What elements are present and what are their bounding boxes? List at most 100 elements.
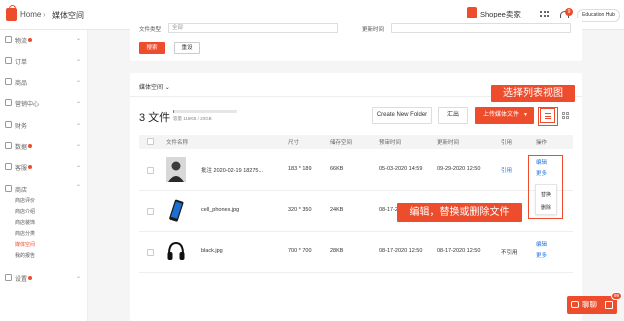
chat-button[interactable]: 聊聊 — [567, 296, 617, 314]
row-checkbox[interactable] — [147, 249, 154, 256]
edit-callout: 编辑，替换或删除文件 — [397, 203, 522, 222]
sidebar-item-label: 客服 — [15, 166, 28, 172]
sidebar-item-label: 营销中心 — [15, 102, 40, 108]
grid-icon — [562, 112, 569, 119]
media-card: 媒体空间 ⌄ 3 文件 容量 118KB / 20GB Create New F… — [130, 73, 582, 321]
sidebar-item-data[interactable]: 数据 ⌄ — [0, 140, 88, 152]
updated-time-range-input[interactable] — [391, 23, 571, 33]
grid-view-button[interactable] — [558, 108, 573, 123]
shopee-logo-icon[interactable] — [6, 5, 17, 21]
chart-icon — [5, 142, 12, 149]
new-dot — [28, 38, 33, 42]
sidebar-item-customer-service[interactable]: 客服 ⌄ — [0, 161, 88, 173]
row-checkbox[interactable] — [147, 167, 154, 174]
sidebar-subitem-shop-decoration[interactable]: 商店装饰 — [15, 219, 35, 226]
sidebar-subitem-media-space[interactable]: 媒体空间 — [15, 241, 35, 248]
chevron-down-icon: ⌄ — [76, 78, 82, 84]
sidebar-item-marketing[interactable]: 营销中心 ⌄ — [0, 97, 88, 109]
file-type-select[interactable]: 全部 — [168, 23, 338, 33]
chevron-down-icon: ⌄ — [76, 142, 82, 148]
chat-unread-badge: 99 — [611, 292, 622, 300]
file-name[interactable]: 批注 2020-02-19 18275... — [201, 166, 263, 174]
column-header: 操作 — [536, 140, 548, 146]
sidebar-item-settings[interactable]: 设置 ⌄ — [0, 272, 88, 284]
wallet-icon — [5, 121, 12, 128]
file-created-time: 08-17-2020 12:50 — [379, 248, 423, 254]
column-header: 文件名称 — [166, 140, 189, 146]
actions-highlight — [528, 155, 563, 219]
image-thumbnail[interactable] — [166, 157, 186, 182]
export-button[interactable]: 汇出 — [438, 107, 468, 124]
storage-progress-fill — [173, 110, 175, 113]
sidebar-item-label: 订单 — [15, 60, 28, 66]
chat-label: 聊聊 — [582, 300, 597, 309]
file-name[interactable]: black.jpg — [201, 248, 223, 254]
select-all-checkbox[interactable] — [147, 138, 154, 145]
reference-status: 不引用 — [501, 250, 518, 256]
list-view-callout: 选择列表视图 — [491, 85, 575, 102]
column-header: 预审时间 — [379, 140, 402, 146]
sidebar-item-shop[interactable]: 商店 ⌃ — [0, 183, 88, 195]
order-icon — [5, 57, 12, 64]
sidebar-subitem-my-reports[interactable]: 我的报告 — [15, 252, 35, 259]
file-size: 700 * 700 — [288, 248, 312, 254]
sidebar-item-label: 商品 — [15, 81, 28, 87]
sidebar-item-label: 数据 — [15, 145, 28, 151]
file-count: 3 文件 — [139, 112, 171, 124]
sidebar-item-finance[interactable]: 财务 ⌄ — [0, 119, 88, 131]
sidebar-item-orders[interactable]: 订单 ⌄ — [0, 55, 88, 67]
upload-media-label: 上传媒体文件 — [483, 112, 520, 118]
image-thumbnail[interactable] — [166, 198, 186, 223]
chevron-down-icon: ⌄ — [76, 163, 82, 169]
sidebar-item-products[interactable]: 商品 ⌄ — [0, 76, 88, 88]
sidebar-subitem-shop-categories[interactable]: 商店分类 — [15, 230, 35, 237]
file-created-time: 05-03-2020 14:59 — [379, 166, 423, 172]
filter-card: 文件类型 全部 更新时间 搜索 重设 — [130, 18, 582, 61]
chevron-down-icon: ⌄ — [76, 36, 82, 42]
list-view-highlight — [538, 107, 558, 126]
edit-link[interactable]: 编辑 — [536, 240, 547, 248]
file-name[interactable]: cell_phones.jpg — [201, 207, 239, 213]
sidebar-item-label: 商店 — [15, 188, 28, 194]
storage-progress-bar — [173, 110, 237, 113]
file-size: 183 * 189 — [288, 166, 312, 172]
gear-icon — [5, 274, 12, 281]
chevron-up-icon: ⌃ — [76, 185, 82, 191]
create-folder-button[interactable]: Create New Folder — [372, 107, 432, 124]
media-type-dropdown[interactable]: 媒体空间 ⌄ — [139, 82, 170, 91]
file-storage: 66KB — [330, 166, 344, 172]
file-type-label: 文件类型 — [139, 27, 162, 33]
caret-down-icon: ▼ — [523, 112, 528, 118]
sidebar-item-logistics[interactable]: 物流 ⌄ — [0, 34, 88, 46]
shop-icon — [5, 185, 12, 192]
reference-link[interactable]: 引用 — [501, 166, 512, 174]
chat-bubble-icon — [571, 301, 579, 308]
headphones-image — [166, 239, 186, 264]
image-thumbnail[interactable] — [166, 239, 186, 264]
chevron-down-icon: ⌄ — [76, 274, 82, 280]
column-header: 更新时间 — [437, 140, 460, 146]
product-icon — [5, 78, 12, 85]
phone-image — [166, 198, 186, 223]
truck-icon — [5, 36, 12, 43]
chevron-down-icon: ⌄ — [76, 99, 82, 105]
breadcrumb-separator: › — [43, 10, 46, 19]
home-link[interactable]: Home — [20, 10, 41, 19]
table-header: 文件名称 尺寸 储存空间 预审时间 更新时间 引用 操作 — [139, 135, 573, 149]
upload-media-button[interactable]: 上传媒体文件 ▼ — [475, 107, 534, 124]
chevron-down-icon: ⌄ — [76, 121, 82, 127]
new-dot — [28, 144, 33, 148]
file-updated-time: 09-29-2020 12:50 — [437, 166, 481, 172]
chat-window-icon — [605, 301, 613, 309]
column-header: 尺寸 — [288, 140, 300, 146]
reset-button[interactable]: 重设 — [174, 42, 200, 54]
search-button[interactable]: 搜索 — [139, 42, 165, 54]
more-link[interactable]: 更多 — [536, 251, 547, 259]
sidebar-subitem-shop-reviews[interactable]: 商店评价 — [15, 197, 35, 204]
account-menu[interactable]: Education Hub — [577, 9, 620, 22]
row-checkbox[interactable] — [147, 208, 154, 215]
new-dot — [28, 276, 33, 280]
sidebar-subitem-shop-intro[interactable]: 商店介绍 — [15, 208, 35, 215]
sidebar-item-label: 设置 — [15, 277, 28, 283]
file-size: 320 * 350 — [288, 207, 312, 213]
